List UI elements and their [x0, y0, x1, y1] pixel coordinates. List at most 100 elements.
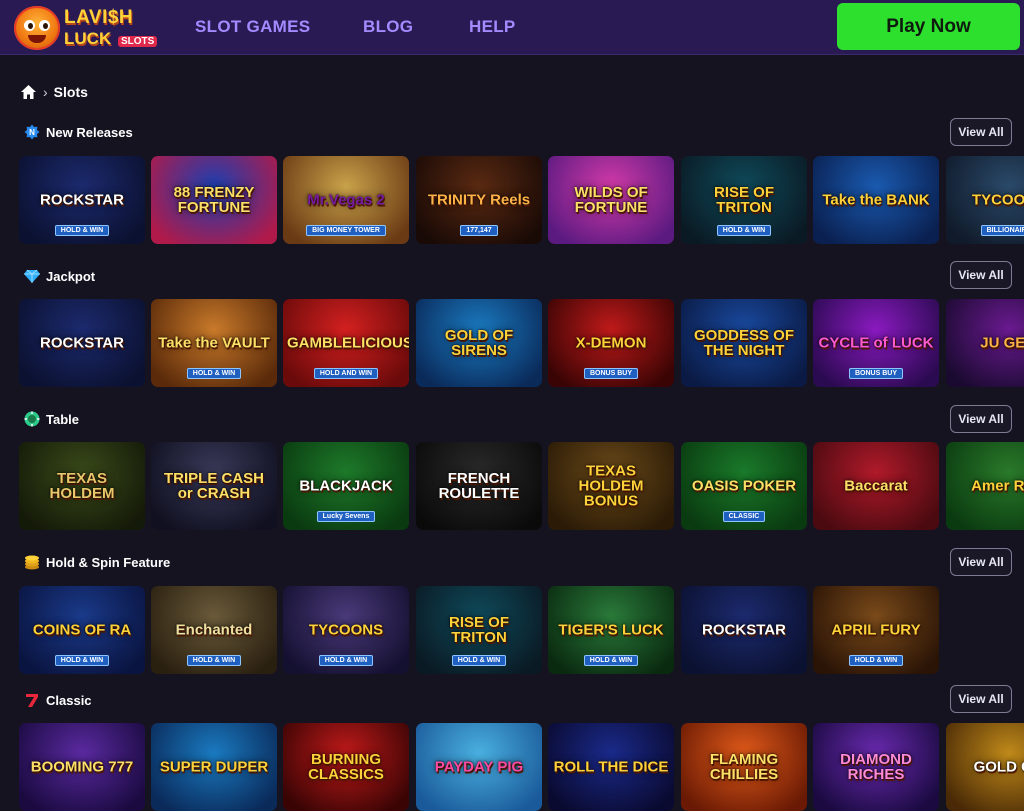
game-subtitle: HOLD & WIN	[548, 655, 674, 666]
game-tile[interactable]: TIGER'S LUCK HOLD & WIN	[548, 586, 674, 674]
game-row: BOOMING 777 SUPER DUPER BURNING CLASSICS PA…	[19, 723, 1024, 811]
game-subtitle: HOLD & WIN	[19, 655, 145, 666]
game-subtitle-text: Lucky Sevens	[316, 511, 376, 522]
game-tile[interactable]: APRIL FURY HOLD & WIN	[813, 586, 939, 674]
game-tile[interactable]: TRIPLE CASH or CRASH	[151, 442, 277, 530]
game-title: Mr.Vegas 2	[307, 191, 385, 209]
game-tile[interactable]: GAMBLELICIOUS HOLD AND WIN	[283, 299, 409, 387]
nav-slot-games[interactable]: SLOT GAMES	[195, 17, 310, 37]
game-title: TYCOONS	[971, 191, 1024, 209]
game-tile[interactable]: DIAMOND RICHES	[813, 723, 939, 811]
game-title: FLAMING CHILLIES	[709, 751, 779, 783]
game-subtitle: 177,147	[416, 225, 542, 236]
game-tile[interactable]: ROCKSTAR	[19, 299, 145, 387]
game-tile[interactable]: BURNING CLASSICS	[283, 723, 409, 811]
game-tile[interactable]: FRENCH ROULETTE	[416, 442, 542, 530]
section-header: Table	[24, 409, 79, 429]
seven-icon	[24, 692, 40, 708]
game-tile[interactable]: TYCOONS HOLD & WIN	[283, 586, 409, 674]
game-tile[interactable]: BOOMING 777	[19, 723, 145, 811]
game-tile[interactable]: Take the BANK	[813, 156, 939, 244]
nav-help[interactable]: HELP	[469, 17, 516, 37]
game-tile[interactable]: 88 FRENZY FORTUNE	[151, 156, 277, 244]
game-tile[interactable]: BLACKJACK Lucky Sevens	[283, 442, 409, 530]
game-tile[interactable]: RISE OF TRITON HOLD & WIN	[681, 156, 807, 244]
game-tile[interactable]: RISE OF TRITON HOLD & WIN	[416, 586, 542, 674]
game-title: BURNING CLASSICS	[308, 751, 384, 783]
game-tile[interactable]: TEXAS HOLDEM BONUS	[548, 442, 674, 530]
section-title: Table	[46, 411, 79, 427]
view-all-button[interactable]: View All	[950, 405, 1012, 433]
game-subtitle: BIG MONEY TOWER	[283, 225, 409, 236]
game-tile[interactable]: Mr.Vegas 2 BIG MONEY TOWER	[283, 156, 409, 244]
game-subtitle-text: HOLD & WIN	[716, 225, 772, 236]
view-all-button[interactable]: View All	[950, 118, 1012, 146]
game-title: ROLL THE DICE	[553, 758, 669, 776]
view-all-button[interactable]: View All	[950, 548, 1012, 576]
game-subtitle-text: 177,147	[460, 225, 498, 236]
game-tile[interactable]: PAYDAY PIG	[416, 723, 542, 811]
game-tile[interactable]: WILDS OF FORTUNE	[548, 156, 674, 244]
game-title: ROCKSTAR	[702, 621, 786, 639]
game-title: 88 FRENZY FORTUNE	[173, 184, 255, 216]
top-header: LAVI$H LUCK SLOTS SLOT GAMES BLOG HELP P…	[0, 0, 1024, 55]
game-tile[interactable]: ROCKSTAR HOLD & WIN	[19, 156, 145, 244]
home-icon[interactable]	[20, 84, 37, 100]
game-subtitle: BONUS BUY	[813, 368, 939, 379]
section-title: Jackpot	[46, 268, 96, 284]
view-all-button[interactable]: View All	[950, 261, 1012, 289]
game-tile[interactable]: X-DEMON BONUS BUY	[548, 299, 674, 387]
svg-text:N: N	[29, 128, 35, 137]
game-tile[interactable]: OASIS POKER CLASSIC	[681, 442, 807, 530]
game-subtitle-text: BILLIONAIRE	[980, 225, 1024, 236]
game-tile[interactable]: TEXAS HOLDEM	[19, 442, 145, 530]
game-title: ROCKSTAR	[40, 191, 124, 209]
game-tile[interactable]: TYCOONS BILLIONAIRE	[946, 156, 1024, 244]
game-tile[interactable]: GOLD OF SIRENS	[416, 299, 542, 387]
game-title: CYCLE of LUCK	[818, 334, 934, 352]
game-subtitle-text: HOLD & WIN	[54, 655, 110, 666]
logo-line2: LUCK	[64, 29, 112, 48]
game-tile[interactable]: SUPER DUPER	[151, 723, 277, 811]
game-title: TIGER'S LUCK	[558, 621, 664, 639]
section-header: Classic	[24, 690, 92, 710]
game-subtitle: BONUS BUY	[548, 368, 674, 379]
section-header: Hold & Spin Feature	[24, 552, 170, 572]
game-subtitle-text: CLASSIC	[722, 511, 766, 522]
game-tile[interactable]: TRINITY Reels 177,147	[416, 156, 542, 244]
game-tile[interactable]: JU GEM	[946, 299, 1024, 387]
game-subtitle-text: HOLD & WIN	[186, 368, 242, 379]
game-tile[interactable]: Baccarat	[813, 442, 939, 530]
game-title: BLACKJACK	[299, 477, 393, 495]
game-title: Baccarat	[844, 477, 908, 495]
game-tile[interactable]: FLAMING CHILLIES	[681, 723, 807, 811]
game-subtitle-text: HOLD & WIN	[583, 655, 639, 666]
game-subtitle-text: HOLD & WIN	[451, 655, 507, 666]
game-tile[interactable]: Amer Roul	[946, 442, 1024, 530]
game-tile[interactable]: Take the VAULT HOLD & WIN	[151, 299, 277, 387]
game-title: Take the VAULT	[158, 334, 270, 352]
nav-blog[interactable]: BLOG	[363, 17, 413, 37]
game-title: TYCOONS	[308, 621, 384, 639]
game-title: PAYDAY PIG	[434, 758, 524, 776]
game-tile[interactable]: COINS OF RA HOLD & WIN	[19, 586, 145, 674]
game-row: COINS OF RA HOLD & WIN Enchanted HOLD & WIN…	[19, 586, 1024, 674]
chevron-right-icon: ›	[43, 84, 48, 100]
section-title: New Releases	[46, 124, 133, 140]
game-row: TEXAS HOLDEM TRIPLE CASH or CRASH BLACKJAC…	[19, 442, 1024, 530]
game-subtitle-text: BONUS BUY	[583, 368, 638, 379]
game-row: ROCKSTAR Take the VAULT HOLD & WIN GAMBLELI…	[19, 299, 1024, 387]
game-tile[interactable]: CYCLE of LUCK BONUS BUY	[813, 299, 939, 387]
view-all-button[interactable]: View All	[950, 685, 1012, 713]
mascot-icon	[14, 6, 60, 50]
game-title: Take the BANK	[822, 191, 930, 209]
game-tile[interactable]: Enchanted HOLD & WIN	[151, 586, 277, 674]
lavish-luck-logo[interactable]: LAVI$H LUCK SLOTS	[14, 4, 158, 52]
game-tile[interactable]: GOLD GO	[946, 723, 1024, 811]
game-tile[interactable]: GODDESS OF THE NIGHT	[681, 299, 807, 387]
game-tile[interactable]: ROLL THE DICE	[548, 723, 674, 811]
game-subtitle: HOLD & WIN	[151, 368, 277, 379]
game-title: WILDS OF FORTUNE	[574, 184, 648, 216]
game-tile[interactable]: ROCKSTAR	[681, 586, 807, 674]
play-now-button[interactable]: Play Now	[837, 3, 1020, 50]
